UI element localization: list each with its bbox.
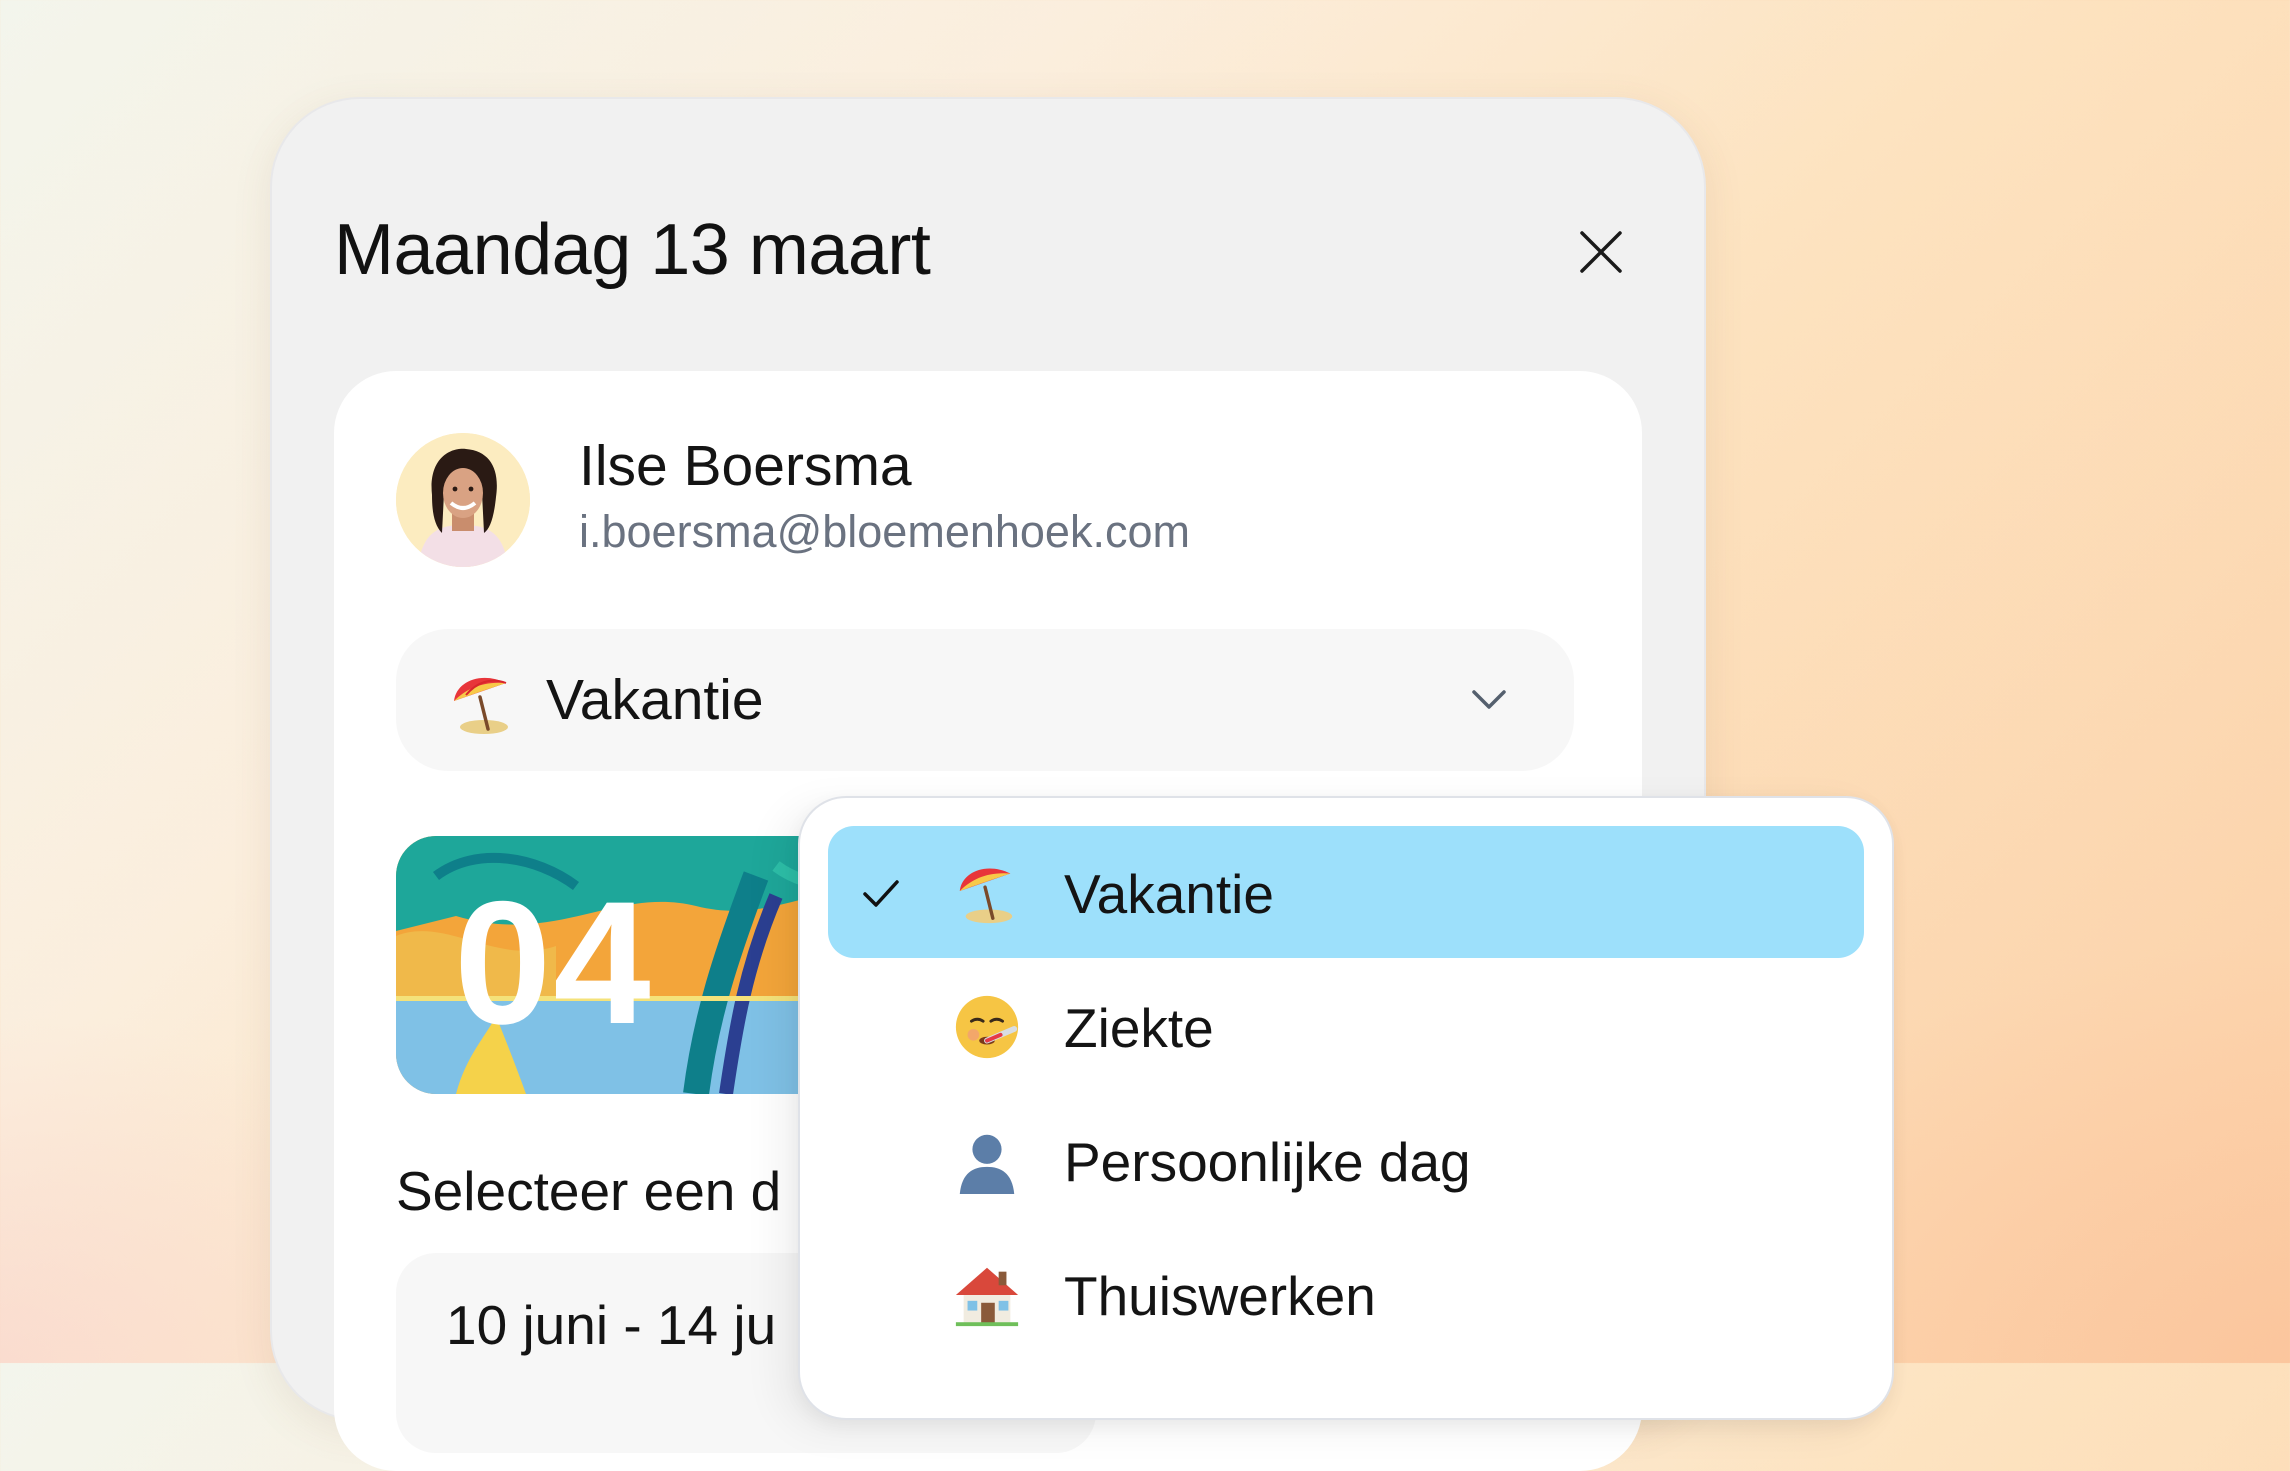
leave-type-label: Vakantie: [546, 668, 764, 732]
checkmark-icon: [863, 880, 899, 907]
dropdown-item-vakantie[interactable]: Vakantie: [828, 826, 1864, 958]
chevron-down-icon: [1472, 690, 1506, 709]
dropdown-item-label: Persoonlijke dag: [1064, 1131, 1471, 1193]
close-icon: [1580, 231, 1622, 273]
person-silhouette-icon: [959, 1134, 1015, 1195]
date-range-value: 10 juni - 14 ju: [446, 1294, 777, 1356]
leave-type-dropdown: Vakantie Ziekte Persoonlijke dag Thuiswe…: [798, 796, 1894, 1420]
avatar: [396, 433, 530, 567]
user-name: Ilse Boersma: [579, 434, 912, 498]
dropdown-item-thuiswerken[interactable]: Thuiswerken: [828, 1228, 1864, 1360]
umbrella-icon: [959, 868, 1013, 924]
modal-title: Maandag 13 maart: [334, 210, 931, 290]
close-button[interactable]: [1572, 223, 1630, 281]
leave-type-select[interactable]: Vakantie: [396, 629, 1574, 771]
user-email: i.boersma@bloemenhoek.com: [579, 506, 1190, 557]
face-with-thermometer-icon: [955, 995, 1019, 1059]
umbrella-on-ground-icon: [454, 677, 508, 734]
dropdown-item-ziekte[interactable]: Ziekte: [828, 960, 1864, 1092]
dropdown-item-persoonlijke-dag[interactable]: Persoonlijke dag: [828, 1094, 1864, 1226]
date-range-heading: Selecteer een d: [396, 1160, 782, 1222]
dropdown-item-label: Ziekte: [1064, 997, 1214, 1059]
dropdown-item-label: Thuiswerken: [1064, 1265, 1376, 1327]
dropdown-item-label: Vakantie: [1064, 863, 1274, 925]
avatar-image: [396, 433, 530, 567]
vacation-days-number: 04: [454, 866, 653, 1061]
house-icon: [955, 1267, 1019, 1327]
